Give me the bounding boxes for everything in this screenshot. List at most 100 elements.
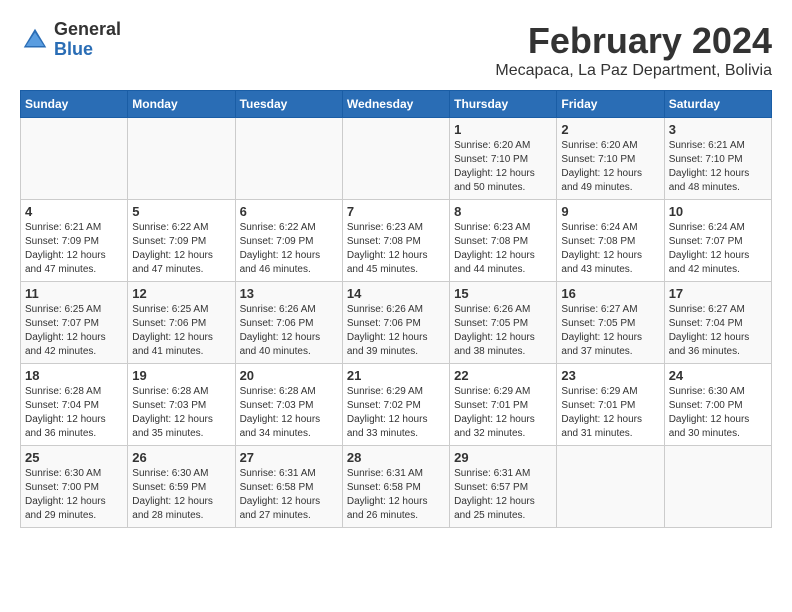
day-number: 27 <box>240 450 338 465</box>
month-title: February 2024 <box>495 20 772 62</box>
calendar-cell: 1 Sunrise: 6:20 AM Sunset: 7:10 PM Daylig… <box>450 118 557 200</box>
day-info: Sunrise: 6:23 AM Sunset: 7:08 PM Dayligh… <box>454 221 552 277</box>
calendar-cell: 8 Sunrise: 6:23 AM Sunset: 7:08 PM Daylig… <box>450 200 557 282</box>
logo-blue: Blue <box>54 40 121 60</box>
calendar-cell <box>557 446 664 528</box>
logo: General Blue <box>20 20 121 60</box>
calendar-cell: 9Sunrise: 6:24 AM Sunset: 7:08 PM Daylig… <box>557 200 664 282</box>
day-number: 20 <box>240 368 338 383</box>
day-info: Sunrise: 6:28 AM Sunset: 7:04 PM Dayligh… <box>25 385 123 441</box>
day-info: Sunrise: 6:21 AM Sunset: 7:10 PM Dayligh… <box>669 139 767 195</box>
day-number: 21 <box>347 368 445 383</box>
day-number: 6 <box>240 204 338 219</box>
day-info: Sunrise: 6:27 AM Sunset: 7:05 PM Dayligh… <box>561 303 659 359</box>
day-info: Sunrise: 6:22 AM Sunset: 7:09 PM Dayligh… <box>132 221 230 277</box>
day-number: 29 <box>454 450 552 465</box>
day-info: Sunrise: 6:29 AM Sunset: 7:01 PM Dayligh… <box>561 385 659 441</box>
calendar-cell: 14Sunrise: 6:26 AM Sunset: 7:06 PM Dayli… <box>342 282 449 364</box>
logo-general: General <box>54 20 121 40</box>
calendar-cell: 10 Sunrise: 6:24 AM Sunset: 7:07 PM Dayli… <box>664 200 771 282</box>
weekday-header: Tuesday <box>235 91 342 118</box>
logo-text: General Blue <box>54 20 121 60</box>
calendar-cell: 15 Sunrise: 6:26 AM Sunset: 7:05 PM Dayli… <box>450 282 557 364</box>
day-number: 5 <box>132 204 230 219</box>
day-info: Sunrise: 6:30 AM Sunset: 7:00 PM Dayligh… <box>669 385 767 441</box>
calendar-cell <box>664 446 771 528</box>
page-header: General Blue February 2024 Mecapaca, La … <box>20 20 772 80</box>
calendar-week-row: 25Sunrise: 6:30 AM Sunset: 7:00 PM Dayli… <box>21 446 772 528</box>
calendar-week-row: 4 Sunrise: 6:21 AM Sunset: 7:09 PM Daylig… <box>21 200 772 282</box>
day-info: Sunrise: 6:29 AM Sunset: 7:01 PM Dayligh… <box>454 385 552 441</box>
day-number: 14 <box>347 286 445 301</box>
calendar-cell: 27Sunrise: 6:31 AM Sunset: 6:58 PM Dayli… <box>235 446 342 528</box>
weekday-header-row: SundayMondayTuesdayWednesdayThursdayFrid… <box>21 91 772 118</box>
location-subtitle: Mecapaca, La Paz Department, Bolivia <box>495 62 772 80</box>
calendar-cell: 20 Sunrise: 6:28 AM Sunset: 7:03 PM Dayli… <box>235 364 342 446</box>
day-number: 4 <box>25 204 123 219</box>
calendar-cell: 19Sunrise: 6:28 AM Sunset: 7:03 PM Dayli… <box>128 364 235 446</box>
day-number: 2 <box>561 122 659 137</box>
calendar-cell: 3 Sunrise: 6:21 AM Sunset: 7:10 PM Daylig… <box>664 118 771 200</box>
calendar-week-row: 18Sunrise: 6:28 AM Sunset: 7:04 PM Dayli… <box>21 364 772 446</box>
day-number: 1 <box>454 122 552 137</box>
day-info: Sunrise: 6:20 AM Sunset: 7:10 PM Dayligh… <box>561 139 659 195</box>
calendar-cell: 17 Sunrise: 6:27 AM Sunset: 7:04 PM Dayli… <box>664 282 771 364</box>
day-info: Sunrise: 6:31 AM Sunset: 6:58 PM Dayligh… <box>347 467 445 523</box>
day-number: 23 <box>561 368 659 383</box>
calendar-cell: 24 Sunrise: 6:30 AM Sunset: 7:00 PM Dayli… <box>664 364 771 446</box>
day-number: 3 <box>669 122 767 137</box>
calendar-cell <box>235 118 342 200</box>
title-section: February 2024 Mecapaca, La Paz Departmen… <box>495 20 772 80</box>
weekday-header: Sunday <box>21 91 128 118</box>
day-number: 11 <box>25 286 123 301</box>
day-number: 24 <box>669 368 767 383</box>
logo-icon <box>20 25 50 55</box>
day-number: 17 <box>669 286 767 301</box>
calendar-cell: 11Sunrise: 6:25 AM Sunset: 7:07 PM Dayli… <box>21 282 128 364</box>
calendar-cell: 13Sunrise: 6:26 AM Sunset: 7:06 PM Dayli… <box>235 282 342 364</box>
day-info: Sunrise: 6:25 AM Sunset: 7:06 PM Dayligh… <box>132 303 230 359</box>
calendar-cell: 18Sunrise: 6:28 AM Sunset: 7:04 PM Dayli… <box>21 364 128 446</box>
day-info: Sunrise: 6:22 AM Sunset: 7:09 PM Dayligh… <box>240 221 338 277</box>
day-number: 15 <box>454 286 552 301</box>
day-number: 10 <box>669 204 767 219</box>
calendar-cell: 5 Sunrise: 6:22 AM Sunset: 7:09 PM Daylig… <box>128 200 235 282</box>
day-info: Sunrise: 6:23 AM Sunset: 7:08 PM Dayligh… <box>347 221 445 277</box>
calendar-cell: 2 Sunrise: 6:20 AM Sunset: 7:10 PM Daylig… <box>557 118 664 200</box>
day-number: 16 <box>561 286 659 301</box>
calendar-cell: 6 Sunrise: 6:22 AM Sunset: 7:09 PM Daylig… <box>235 200 342 282</box>
weekday-header: Wednesday <box>342 91 449 118</box>
calendar-cell <box>128 118 235 200</box>
calendar-cell: 12Sunrise: 6:25 AM Sunset: 7:06 PM Dayli… <box>128 282 235 364</box>
day-info: Sunrise: 6:26 AM Sunset: 7:06 PM Dayligh… <box>240 303 338 359</box>
calendar-cell: 23 Sunrise: 6:29 AM Sunset: 7:01 PM Dayli… <box>557 364 664 446</box>
day-info: Sunrise: 6:24 AM Sunset: 7:08 PM Dayligh… <box>561 221 659 277</box>
calendar-cell: 21Sunrise: 6:29 AM Sunset: 7:02 PM Dayli… <box>342 364 449 446</box>
day-info: Sunrise: 6:21 AM Sunset: 7:09 PM Dayligh… <box>25 221 123 277</box>
day-number: 8 <box>454 204 552 219</box>
calendar-table: SundayMondayTuesdayWednesdayThursdayFrid… <box>20 90 772 528</box>
day-info: Sunrise: 6:28 AM Sunset: 7:03 PM Dayligh… <box>240 385 338 441</box>
weekday-header: Thursday <box>450 91 557 118</box>
day-info: Sunrise: 6:24 AM Sunset: 7:07 PM Dayligh… <box>669 221 767 277</box>
day-info: Sunrise: 6:28 AM Sunset: 7:03 PM Dayligh… <box>132 385 230 441</box>
day-info: Sunrise: 6:31 AM Sunset: 6:57 PM Dayligh… <box>454 467 552 523</box>
calendar-cell: 7Sunrise: 6:23 AM Sunset: 7:08 PM Daylig… <box>342 200 449 282</box>
calendar-cell: 28 Sunrise: 6:31 AM Sunset: 6:58 PM Dayli… <box>342 446 449 528</box>
day-number: 26 <box>132 450 230 465</box>
weekday-header: Friday <box>557 91 664 118</box>
day-info: Sunrise: 6:26 AM Sunset: 7:05 PM Dayligh… <box>454 303 552 359</box>
calendar-cell: 4 Sunrise: 6:21 AM Sunset: 7:09 PM Daylig… <box>21 200 128 282</box>
day-number: 25 <box>25 450 123 465</box>
day-number: 22 <box>454 368 552 383</box>
calendar-week-row: 1 Sunrise: 6:20 AM Sunset: 7:10 PM Daylig… <box>21 118 772 200</box>
calendar-cell <box>342 118 449 200</box>
day-number: 28 <box>347 450 445 465</box>
weekday-header: Saturday <box>664 91 771 118</box>
calendar-cell: 26Sunrise: 6:30 AM Sunset: 6:59 PM Dayli… <box>128 446 235 528</box>
calendar-cell: 16 Sunrise: 6:27 AM Sunset: 7:05 PM Dayli… <box>557 282 664 364</box>
weekday-header: Monday <box>128 91 235 118</box>
day-info: Sunrise: 6:20 AM Sunset: 7:10 PM Dayligh… <box>454 139 552 195</box>
day-info: Sunrise: 6:27 AM Sunset: 7:04 PM Dayligh… <box>669 303 767 359</box>
calendar-cell: 22 Sunrise: 6:29 AM Sunset: 7:01 PM Dayli… <box>450 364 557 446</box>
